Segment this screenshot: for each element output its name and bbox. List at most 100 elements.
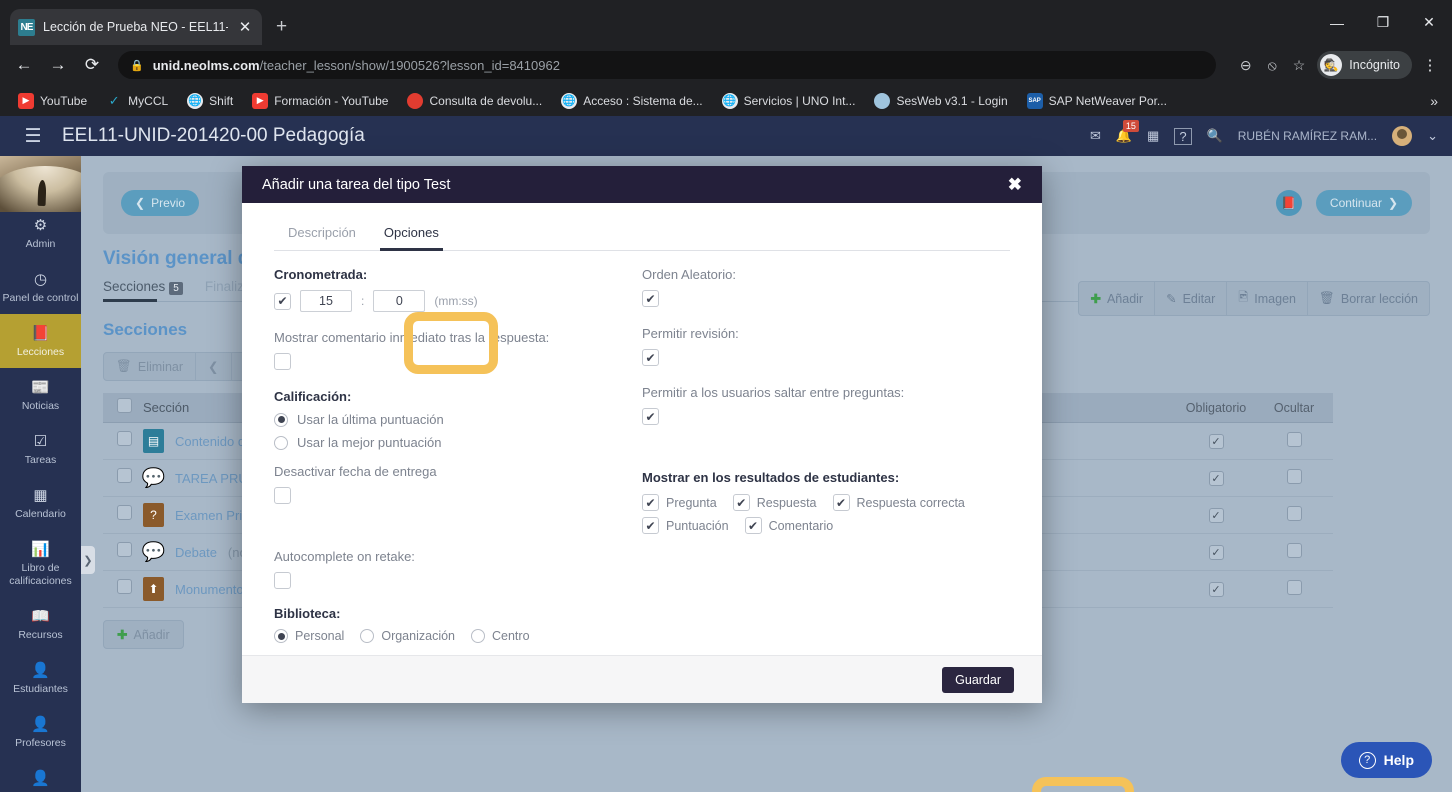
sidebar-item-panel-de-control[interactable]: ◷ Panel de control (0, 260, 81, 314)
close-icon[interactable]: ✖ (1008, 175, 1022, 195)
tab-secciones[interactable]: Secciones 5 (103, 279, 183, 302)
obligatorio-checkbox[interactable] (1208, 470, 1224, 486)
minimize-icon[interactable]: — (1314, 0, 1360, 45)
ocultar-checkbox[interactable] (1286, 543, 1302, 558)
previous-button[interactable]: ❮ Previo (121, 190, 200, 216)
skip-checkbox[interactable] (642, 408, 659, 426)
lesson-book-button[interactable]: 📕 (1275, 190, 1302, 216)
chevron-down-icon[interactable]: ⌄ (1427, 128, 1438, 144)
puntuacion-checkbox[interactable] (642, 517, 659, 534)
bookmark-consulta-devolucion[interactable]: Consulta de devolu... (399, 90, 550, 112)
result-option-comentario[interactable]: Comentario (744, 517, 833, 534)
lesson-delete-button[interactable]: 🗑 Borrar lección (1308, 282, 1429, 315)
obligatorio-checkbox[interactable] (1208, 544, 1224, 560)
sidebar-item-libro-de-calificaciones[interactable]: 📊 Libro de calificaciones (0, 530, 81, 597)
close-icon[interactable]: ✕ (236, 18, 254, 36)
radio-personal[interactable] (274, 629, 288, 643)
bookmark-acceso-sistema[interactable]: 🌐 Acceso : Sistema de... (553, 90, 710, 112)
respuesta-correcta-checkbox[interactable] (832, 494, 850, 511)
bookmark-servicios-uno[interactable]: 🌐 Servicios | UNO Int... (714, 90, 864, 112)
window-close-icon[interactable]: ✕ (1406, 0, 1452, 45)
bookmark-shift[interactable]: 🌐 Shift (179, 90, 241, 112)
incognito-indicator[interactable]: 🕵 Incógnito (1317, 51, 1412, 79)
sidebar-expand-button[interactable]: ❯ (81, 546, 95, 574)
respuesta-checkbox[interactable] (732, 494, 750, 511)
radio-usar-mejor[interactable] (274, 435, 288, 450)
row-checkbox[interactable] (117, 431, 132, 446)
ocultar-checkbox[interactable] (1286, 469, 1302, 484)
sidebar-item-recursos[interactable]: 📖 Recursos (0, 597, 81, 651)
reload-icon[interactable]: ⟳ (78, 51, 106, 79)
lesson-add-button[interactable]: ✚ Añadir (1079, 282, 1156, 315)
row-checkbox[interactable] (117, 579, 132, 594)
sidebar-item-noticias[interactable]: 📰 Noticias (0, 368, 81, 422)
sidebar-item-estudiantes[interactable]: 👤 Estudiantes (0, 651, 81, 705)
seconds-input[interactable]: 0 (373, 290, 426, 312)
maximize-icon[interactable]: ❐ (1360, 0, 1406, 45)
address-bar[interactable]: 🔒 unid.neolms.com/teacher_lesson/show/19… (118, 51, 1216, 79)
delete-section-button[interactable]: 🗑 Eliminar (104, 353, 197, 380)
bookmark-youtube[interactable]: ▶ YouTube (10, 90, 95, 112)
autocomplete-checkbox[interactable] (274, 572, 291, 590)
extension-blocked-icon[interactable]: ⦸ (1268, 57, 1277, 74)
zoom-out-icon[interactable]: ⊖ (1240, 57, 1252, 74)
user-name[interactable]: RUBÉN RAMÍREZ RAM... (1238, 129, 1377, 143)
avatar[interactable] (1392, 126, 1413, 146)
chrome-menu-icon[interactable]: ⋮ (1418, 56, 1442, 74)
bookmark-sap-netweaver[interactable]: SAP SAP NetWeaver Por... (1019, 90, 1175, 112)
biblioteca-option-organizacion[interactable]: Organización (360, 629, 455, 643)
menu-icon[interactable]: ☰ (14, 125, 52, 148)
result-option-respuesta[interactable]: Respuesta (732, 494, 817, 511)
sidebar-item-calendario[interactable]: ▦ Calendario (0, 476, 81, 530)
prev-page-button[interactable]: ❮ (196, 353, 232, 380)
sidebar-item-admin[interactable]: ⚙ Admin (0, 206, 81, 260)
row-checkbox[interactable] (117, 505, 132, 520)
forward-icon[interactable]: → (44, 51, 72, 79)
obligatorio-checkbox[interactable] (1208, 507, 1224, 523)
bookmarks-overflow-icon[interactable]: » (1430, 93, 1442, 109)
search-icon[interactable]: 🔍 (1207, 128, 1223, 144)
random-order-checkbox[interactable] (642, 290, 659, 308)
grid-icon[interactable]: ▦ (1147, 128, 1159, 144)
ocultar-checkbox[interactable] (1286, 432, 1302, 447)
browser-tab[interactable]: NE Lección de Prueba NEO - EEL11-U ✕ (10, 9, 262, 45)
sidebar-item-prof[interactable]: 👤 Prof (0, 759, 81, 792)
help-icon[interactable]: ? (1174, 127, 1192, 145)
disable-due-checkbox[interactable] (274, 487, 291, 505)
ocultar-checkbox[interactable] (1286, 580, 1302, 595)
grading-option-best[interactable]: Usar la mejor puntuación (274, 435, 632, 450)
feedback-checkbox[interactable] (274, 353, 291, 371)
bookmark-sesweb[interactable]: SesWeb v3.1 - Login (866, 90, 1015, 112)
notifications-icon[interactable]: 🔔 15 (1116, 120, 1139, 144)
obligatorio-checkbox[interactable] (1208, 581, 1224, 597)
biblioteca-option-centro[interactable]: Centro (471, 629, 530, 643)
lesson-edit-button[interactable]: ✎ Editar (1155, 282, 1228, 315)
grading-option-last[interactable]: Usar la última puntuación (274, 412, 632, 427)
radio-organizacion[interactable] (360, 629, 375, 643)
result-option-puntuacion[interactable]: Puntuación (642, 517, 729, 534)
select-all-checkbox[interactable] (117, 397, 132, 413)
help-button[interactable]: ? Help (1340, 742, 1432, 778)
sidebar-item-profesores[interactable]: 👤 Profesores (0, 705, 81, 759)
review-checkbox[interactable] (642, 349, 659, 367)
row-checkbox[interactable] (117, 468, 132, 483)
pregunta-checkbox[interactable] (642, 494, 659, 511)
result-option-pregunta[interactable]: Pregunta (642, 494, 717, 511)
tab-descripcion[interactable]: Descripción (274, 217, 370, 250)
biblioteca-option-personal[interactable]: Personal (274, 629, 344, 643)
new-tab-icon[interactable]: + (276, 16, 287, 38)
obligatorio-checkbox[interactable] (1208, 433, 1224, 449)
sidebar-item-tareas[interactable]: ☑ Tareas (0, 422, 81, 476)
mail-icon[interactable]: ✉ (1090, 128, 1101, 144)
comentario-checkbox[interactable] (744, 517, 762, 534)
ocultar-checkbox[interactable] (1286, 506, 1302, 521)
save-button[interactable]: Guardar (942, 666, 1014, 693)
radio-centro[interactable] (471, 629, 485, 643)
back-icon[interactable]: ← (10, 51, 38, 79)
result-option-respuesta-correcta[interactable]: Respuesta correcta (832, 494, 965, 511)
minutes-input[interactable]: 15 (300, 290, 352, 312)
bookmark-myccl[interactable]: ✓ MyCCL (98, 90, 176, 112)
bookmark-formacion-youtube[interactable]: ▶ Formación - YouTube (244, 90, 396, 112)
row-checkbox[interactable] (117, 542, 132, 557)
bookmark-star-icon[interactable]: ☆ (1293, 57, 1306, 74)
